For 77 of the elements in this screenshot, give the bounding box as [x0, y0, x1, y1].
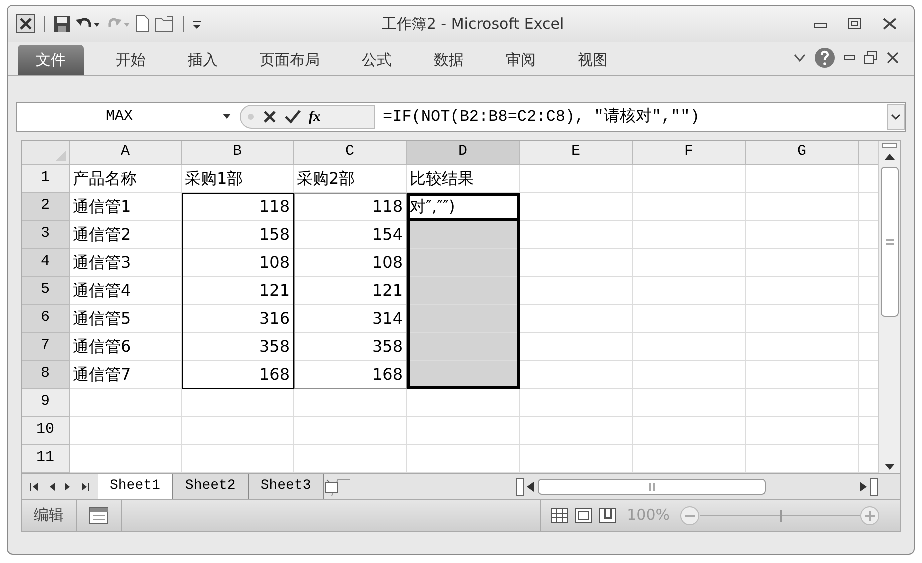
row-header[interactable]: 10: [22, 417, 70, 445]
ribbon-tab[interactable]: 页面布局: [242, 45, 338, 75]
column-header[interactable]: E: [520, 141, 633, 165]
chevron-icon[interactable]: [794, 53, 806, 63]
scroll-thumb[interactable]: [880, 167, 898, 317]
table-cell: 通信管4: [70, 277, 182, 305]
file-tab[interactable]: 文件: [18, 45, 84, 75]
column-header[interactable]: A: [70, 141, 182, 165]
status-mode: 编辑: [33, 505, 65, 526]
close-icon[interactable]: [882, 18, 898, 30]
close-icon[interactable]: [886, 52, 900, 64]
table-cell: 比较结果: [407, 165, 520, 193]
horizontal-scroll-thumb[interactable]: [538, 478, 766, 494]
column-header[interactable]: C: [294, 141, 407, 165]
column-header[interactable]: D: [407, 141, 520, 165]
table-cell: 通信管7: [70, 361, 182, 389]
row-header[interactable]: 5: [22, 277, 70, 305]
ribbon-tab[interactable]: 公式: [344, 45, 410, 75]
split-handle-icon[interactable]: [870, 478, 878, 496]
sheet-tab[interactable]: Sheet3: [248, 474, 324, 499]
next-sheet-icon[interactable]: [65, 482, 71, 492]
previous-sheet-icon[interactable]: [49, 482, 55, 492]
macro-record-icon[interactable]: [89, 506, 109, 524]
new-sheet-icon[interactable]: [324, 476, 352, 496]
table-cell: 通信管5: [70, 305, 182, 333]
window-title: 工作簿2 - Microsoft Excel: [382, 14, 564, 35]
dropdown-caret-icon[interactable]: [222, 113, 232, 121]
last-sheet-icon[interactable]: [81, 482, 90, 492]
restore-icon[interactable]: [864, 51, 878, 65]
row-header[interactable]: 6: [22, 305, 70, 333]
column-header: [859, 141, 878, 165]
column-header[interactable]: B: [182, 141, 294, 165]
save-icon[interactable]: [53, 15, 71, 33]
split-handle-icon[interactable]: [516, 478, 524, 496]
formula-input[interactable]: =IF(NOT(B2:B8=C2:C8), ″请核对″,″″): [375, 105, 887, 129]
table-cell: 通信管6: [70, 333, 182, 361]
new-document-icon[interactable]: [135, 15, 151, 33]
minimize-icon[interactable]: [844, 54, 856, 62]
zoom-slider-track[interactable]: [700, 510, 860, 522]
ribbon-tab[interactable]: 审阅: [488, 45, 554, 75]
name-box[interactable]: MAX: [17, 103, 222, 131]
table-cell: 采购2部: [294, 165, 407, 193]
column-header[interactable]: G: [746, 141, 859, 165]
page-break-icon[interactable]: [599, 508, 618, 524]
insert-function-button[interactable]: fx: [309, 106, 321, 128]
vertical-scrollbar[interactable]: [878, 141, 900, 473]
row-header[interactable]: 4: [22, 249, 70, 277]
page-layout-icon[interactable]: [575, 508, 594, 524]
normal-view-icon[interactable]: [551, 508, 570, 524]
row-header[interactable]: 8: [22, 361, 70, 389]
circle-icon: [247, 113, 255, 121]
cancel-icon[interactable]: [263, 110, 277, 124]
row-header[interactable]: 3: [22, 221, 70, 249]
table-cell: 通信管3: [70, 249, 182, 277]
folder-icon[interactable]: [155, 15, 175, 33]
help-icon[interactable]: [814, 47, 836, 69]
table-cell: 采购1部: [182, 165, 294, 193]
maximize-icon[interactable]: [848, 18, 862, 30]
row-header[interactable]: 2: [22, 193, 70, 221]
sheet-tab[interactable]: Sheet2: [173, 474, 249, 499]
app-icon[interactable]: [16, 14, 36, 34]
row-header[interactable]: 1: [22, 165, 70, 193]
table-cell: 通信管2: [70, 221, 182, 249]
ribbon-tab[interactable]: 视图: [560, 45, 626, 75]
expand-caret-icon[interactable]: [887, 104, 905, 130]
enter-check-icon[interactable]: [285, 110, 301, 124]
row-header[interactable]: 9: [22, 389, 70, 417]
ribbon-tab[interactable]: 插入: [170, 45, 236, 75]
table-cell: 通信管1: [70, 193, 182, 221]
ribbon-tab[interactable]: 数据: [416, 45, 482, 75]
ribbon-tab[interactable]: 开始: [98, 45, 164, 75]
row-header[interactable]: 7: [22, 333, 70, 361]
table-cell: 产品名称: [70, 165, 182, 193]
sheet-tab[interactable]: Sheet1: [98, 474, 174, 499]
first-sheet-icon[interactable]: [30, 482, 39, 492]
column-header[interactable]: F: [633, 141, 746, 165]
row-header[interactable]: 11: [22, 445, 70, 473]
